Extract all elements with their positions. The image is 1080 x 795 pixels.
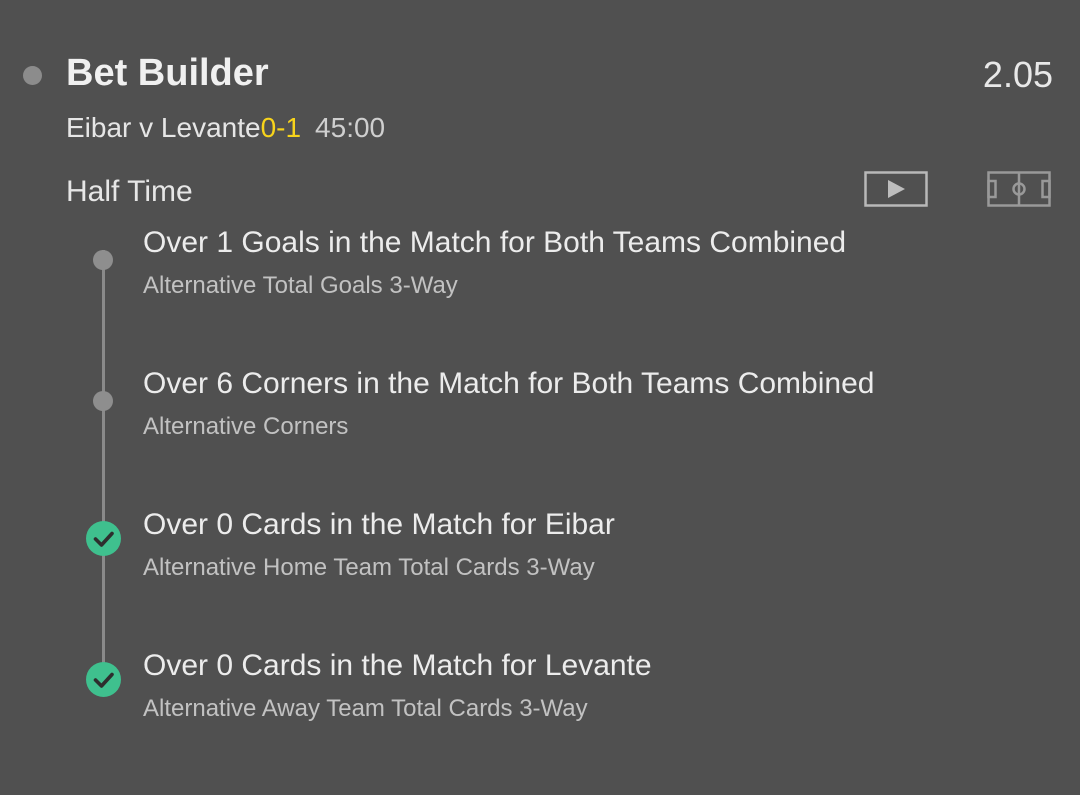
bet-odds: 2.05: [982, 54, 1053, 95]
leg-market: Alternative Away Team Total Cards 3-Way: [143, 695, 588, 722]
leg-selection: Over 6 Corners in the Match for Both Tea…: [143, 367, 875, 400]
match-period: Half Time: [66, 175, 193, 208]
bet-leg: Over 0 Cards in the Match for Levante Al…: [0, 649, 1080, 761]
pitch-icon[interactable]: [987, 171, 1051, 207]
leg-selection: Over 0 Cards in the Match for Eibar: [143, 508, 615, 541]
bet-leg: Over 0 Cards in the Match for Eibar Alte…: [0, 508, 1080, 620]
video-play-icon[interactable]: [864, 171, 928, 207]
bet-leg: Over 6 Corners in the Match for Both Tea…: [0, 367, 1080, 479]
match-info[interactable]: Eibar v Levante0-1 45:00: [66, 112, 385, 144]
match-clock: 45:00: [315, 112, 386, 143]
match-score: 0-1: [260, 112, 302, 143]
pending-status-dot: [93, 250, 113, 270]
leg-selection: Over 0 Cards in the Match for Levante: [143, 649, 652, 682]
leg-market: Alternative Total Goals 3-Way: [143, 272, 458, 299]
bet-status-dot: [23, 66, 42, 85]
leg-market: Alternative Corners: [143, 413, 349, 440]
match-name: Eibar v Levante: [66, 112, 261, 143]
checkmark-icon: [86, 521, 121, 556]
leg-market: Alternative Home Team Total Cards 3-Way: [143, 554, 595, 581]
checkmark-icon: [86, 662, 121, 697]
pending-status-dot: [93, 391, 113, 411]
leg-selection: Over 1 Goals in the Match for Both Teams…: [143, 226, 847, 259]
bet-leg: Over 1 Goals in the Match for Both Teams…: [0, 226, 1080, 338]
bet-title: Bet Builder: [66, 52, 269, 94]
